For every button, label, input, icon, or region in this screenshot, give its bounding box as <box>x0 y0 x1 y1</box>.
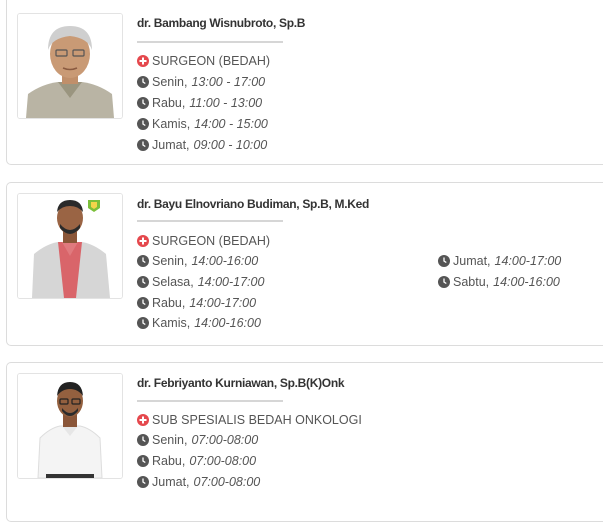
specialty-label: SURGEON (BEDAH) <box>152 234 271 248</box>
doctor-name[interactable]: dr. Febriyanto Kurniawan, Sp.B(K)Onk <box>137 376 345 390</box>
name-divider <box>137 41 283 43</box>
schedule-time: 11:00 - 13:00 <box>189 96 263 110</box>
clock-icon <box>137 276 149 288</box>
schedule-time: 09:00 - 10:00 <box>193 138 268 152</box>
schedule-day: Jumat, <box>152 138 190 152</box>
clock-icon <box>137 317 149 329</box>
schedule-day: Rabu, <box>152 296 186 310</box>
clock-icon <box>137 97 149 109</box>
doctor-photo <box>17 373 123 479</box>
schedule-row: Senin, 07:00-08:00 <box>137 432 258 448</box>
schedule-row: Kamis, 14:00 - 15:00 <box>137 116 268 132</box>
schedule-row: Jumat, 14:00-17:00 <box>438 253 561 269</box>
specialty-row: SURGEON (BEDAH) <box>137 53 270 69</box>
schedule-time: 07:00-08:00 <box>189 454 257 468</box>
specialty-label: SUB SPESIALIS BEDAH ONKOLOGI <box>152 413 362 427</box>
doctor-name[interactable]: dr. Bambang Wisnubroto, Sp.B <box>137 16 305 30</box>
schedule-time: 07:00-08:00 <box>191 433 259 447</box>
schedule-day: Selasa, <box>152 275 194 289</box>
plus-circle-icon <box>137 55 149 67</box>
clock-icon <box>137 476 149 488</box>
schedule-row: Jumat, 07:00-08:00 <box>137 474 260 490</box>
schedule-day: Jumat, <box>453 254 491 268</box>
doctor-card[interactable]: dr. Bayu Elnovriano Budiman, Sp.B, M.Ked… <box>6 182 603 346</box>
clock-icon <box>137 297 149 309</box>
schedule-row: Rabu, 14:00-17:00 <box>137 295 256 311</box>
schedule-day: Sabtu, <box>453 275 490 289</box>
schedule-row: Kamis, 14:00-16:00 <box>137 315 261 331</box>
schedule-row: Jumat, 09:00 - 10:00 <box>137 137 267 153</box>
schedule-day: Senin, <box>152 254 188 268</box>
clock-icon <box>137 434 149 446</box>
clock-icon <box>137 255 149 267</box>
schedule-time: 14:00-16:00 <box>194 316 261 330</box>
clock-icon <box>438 255 450 267</box>
schedule-time: 14:00-17:00 <box>189 296 257 310</box>
schedule-time: 14:00-17:00 <box>197 275 265 289</box>
specialty-label: SURGEON (BEDAH) <box>152 54 271 68</box>
doctor-photo <box>17 13 123 119</box>
plus-circle-icon <box>137 414 149 426</box>
schedule-time: 14:00-16:00 <box>191 254 259 268</box>
name-divider <box>137 400 283 402</box>
clock-icon <box>438 276 450 288</box>
clock-icon <box>137 455 149 467</box>
schedule-day: Kamis, <box>152 117 191 131</box>
schedule-row: Selasa, 14:00-17:00 <box>137 274 264 290</box>
doctor-card[interactable]: dr. Febriyanto Kurniawan, Sp.B(K)Onk SUB… <box>6 362 603 522</box>
plus-circle-icon <box>137 235 149 247</box>
schedule-row: Rabu, 11:00 - 13:00 <box>137 95 262 111</box>
schedule-day: Senin, <box>152 433 188 447</box>
schedule-day: Jumat, <box>152 475 190 489</box>
schedule-day: Rabu, <box>152 96 186 110</box>
schedule-row: Senin, 14:00-16:00 <box>137 253 258 269</box>
clock-icon <box>137 76 149 88</box>
schedule-time: 14:00 - 15:00 <box>194 117 268 131</box>
name-divider <box>137 220 283 222</box>
specialty-row: SURGEON (BEDAH) <box>137 233 270 249</box>
schedule-row: Rabu, 07:00-08:00 <box>137 453 256 469</box>
schedule-time: 07:00-08:00 <box>193 475 261 489</box>
schedule-row: Sabtu, 14:00-16:00 <box>438 274 560 290</box>
doctor-photo <box>17 193 123 299</box>
schedule-day: Senin, <box>152 75 188 89</box>
schedule-day: Kamis, <box>152 316 191 330</box>
schedule-day: Rabu, <box>152 454 186 468</box>
doctor-name[interactable]: dr. Bayu Elnovriano Budiman, Sp.B, M.Ked <box>137 197 369 211</box>
doctor-card[interactable]: dr. Bambang Wisnubroto, Sp.B SURGEON (BE… <box>6 0 603 165</box>
schedule-row: Senin, 13:00 - 17:00 <box>137 74 265 90</box>
schedule-time: 14:00-16:00 <box>493 275 560 289</box>
clock-icon <box>137 139 149 151</box>
specialty-row: SUB SPESIALIS BEDAH ONKOLOGI <box>137 412 362 428</box>
schedule-time: 13:00 - 17:00 <box>191 75 266 89</box>
schedule-time: 14:00-17:00 <box>494 254 562 268</box>
clock-icon <box>137 118 149 130</box>
